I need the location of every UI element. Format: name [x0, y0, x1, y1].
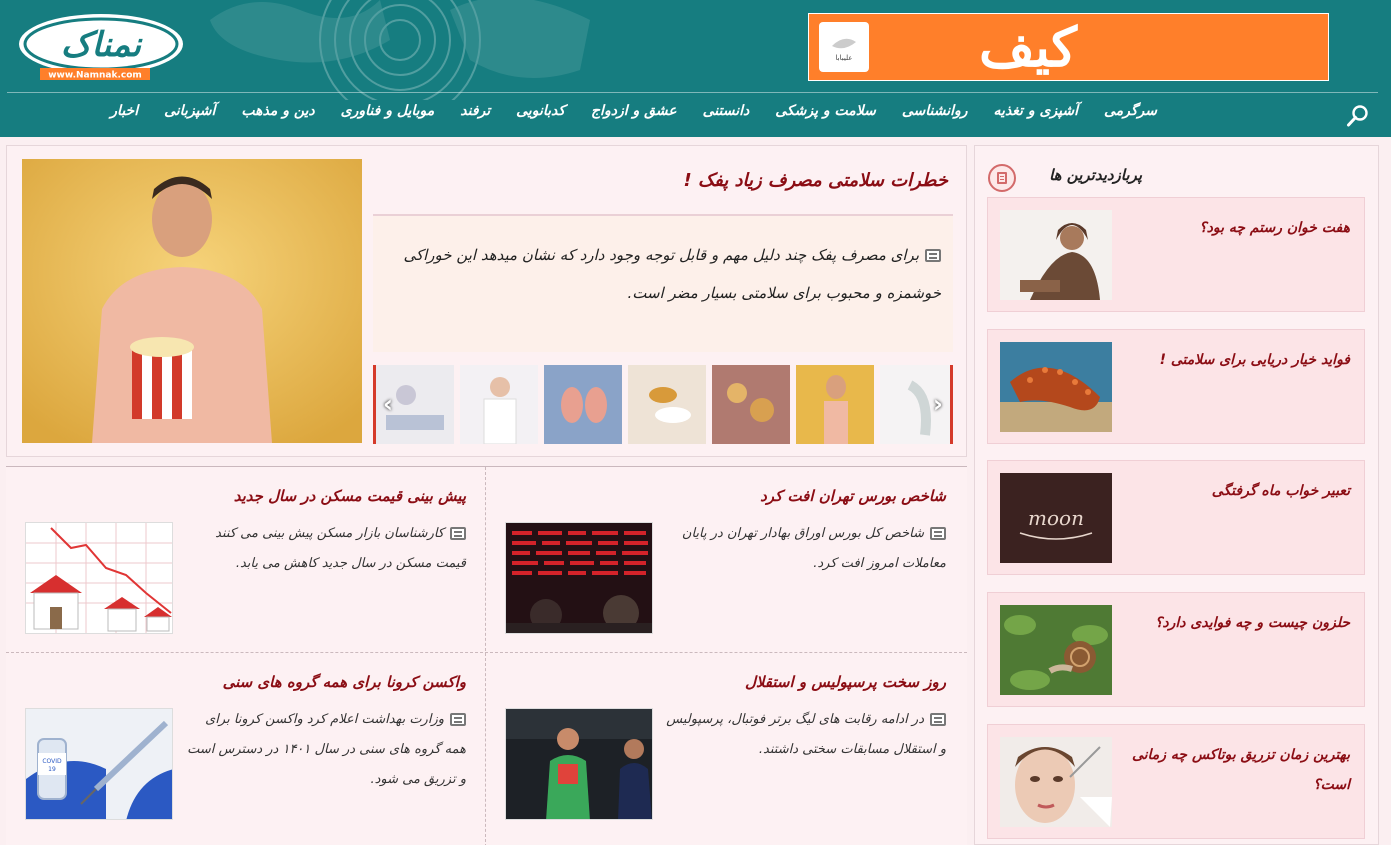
article-summary: در ادامه رقابت های لیگ برتر فوتبال، پرسپ… [666, 712, 946, 757]
article-title[interactable]: شاخص بورس تهران افت کرد [760, 487, 946, 505]
nav-item-religion[interactable]: دین و مذهب [241, 103, 314, 119]
site-header: نمناک www.Namnak.com علیبابا کیف سرگرمی … [0, 0, 1391, 137]
logo-url: www.Namnak.com [48, 71, 142, 81]
nav-item-mobile-tech[interactable]: موبایل و فناوری [341, 103, 435, 119]
slider-thumb[interactable] [460, 365, 538, 444]
sidebar-item[interactable]: بهترین زمان تزریق بوتاکس چه زمانی است؟ [987, 724, 1365, 839]
chevron-left-icon[interactable]: ‹ [378, 389, 398, 419]
article-card: روز سخت پرسپولیس و استقلال در ادامه رقاب… [486, 653, 966, 838]
nav-item-entertainment[interactable]: سرگرمی [1104, 103, 1157, 119]
document-icon [930, 713, 946, 726]
ad-brand-caption: علیبابا [835, 54, 853, 62]
nav-item-cooking[interactable]: آشپزی و تغذیه [994, 103, 1078, 119]
sidebar-item-image [1000, 737, 1112, 827]
article-summary: شاخص کل بورس اوراق بهادار تهران در پایان… [681, 526, 946, 571]
nav-item-trends[interactable]: ترفند [460, 103, 490, 119]
article-image[interactable] [505, 708, 653, 820]
article-image[interactable] [25, 522, 173, 634]
world-map-graphic [210, 0, 590, 100]
article-summary: وزارت بهداشت اعلام کرد واکسن کرونا برای … [187, 712, 466, 787]
nav-item-housekeeping[interactable]: کدبانویی [516, 103, 565, 119]
svg-text:moon: moon [1028, 506, 1084, 530]
nav-item-news[interactable]: اخبار [110, 103, 138, 119]
nav-item-love-marriage[interactable]: عشق و ازدواج [591, 103, 677, 119]
sidebar-item-title: تعبیر خواب ماه گرفتگی [1211, 483, 1350, 499]
sidebar-item-image [1000, 210, 1112, 300]
featured-title[interactable]: خطرات سلامتی مصرف زیاد پفک ! [373, 170, 948, 191]
sidebar-item-image [1000, 342, 1112, 432]
sidebar-item-image [1000, 605, 1112, 695]
sidebar-item[interactable]: حلزون چیست و چه فوایدی دارد؟ [987, 592, 1365, 707]
document-icon [925, 249, 941, 262]
ad-text: کیف [979, 15, 1077, 79]
featured-article: خطرات سلامتی مصرف زیاد پفک ! برای مصرف پ… [6, 145, 967, 457]
main-nav: سرگرمی آشپزی و تغذیه روانشناسی سلامت و پ… [0, 103, 1391, 131]
slider-thumb[interactable] [628, 365, 706, 444]
sidebar-item[interactable]: فواید خیار دریایی برای سلامتی ! [987, 329, 1365, 444]
article-card: واکسن کرونا برای همه گروه های سنی COVID … [6, 653, 486, 838]
featured-summary-box: برای مصرف پفک چند دلیل مهم و قابل توجه و… [373, 214, 953, 352]
article-image[interactable]: COVID 19 [25, 708, 173, 820]
nav-item-psychology[interactable]: روانشناسی [902, 103, 968, 119]
nav-item-kitchen[interactable]: آشپزبانی [164, 103, 215, 119]
nav-items: سرگرمی آشپزی و تغذیه روانشناسی سلامت و پ… [110, 103, 1157, 119]
site-logo[interactable]: نمناک www.Namnak.com [16, 10, 186, 82]
svg-text:COVID: COVID [42, 758, 62, 765]
article-title[interactable]: پیش بینی قیمت مسکن در سال جدید [234, 487, 466, 505]
ad-brand-icon [832, 38, 856, 49]
article-grid: شاخص بورس تهران افت کرد شاخص کل بورس اور… [6, 466, 967, 845]
slider-thumb[interactable] [796, 365, 874, 444]
logo-text: نمناک [61, 25, 144, 65]
nav-item-health[interactable]: سلامت و پزشکی [775, 103, 876, 119]
logo-graphic: نمناک www.Namnak.com [19, 14, 183, 81]
sidebar-most-viewed: پربازدیدترین ها هفت خوان رستم چه بود؟ فو… [974, 145, 1379, 845]
main-content: خطرات سلامتی مصرف زیاد پفک ! برای مصرف پ… [6, 145, 967, 845]
featured-photo [22, 159, 362, 443]
header-divider [7, 92, 1378, 93]
article-summary: کارشناسان بازار مسکن پیش بینی می کنند قی… [215, 526, 466, 571]
sidebar-item-title: حلزون چیست و چه فوایدی دارد؟ [1154, 615, 1350, 631]
featured-image[interactable] [22, 159, 362, 443]
article-card: پیش بینی قیمت مسکن در سال جدید کارشناسان… [6, 467, 486, 652]
article-card: شاخص بورس تهران افت کرد شاخص کل بورس اور… [486, 467, 966, 652]
sidebar-heading: پربازدیدترین ها [1049, 166, 1142, 184]
search-icon[interactable] [1346, 104, 1370, 128]
featured-summary: برای مصرف پفک چند دلیل مهم و قابل توجه و… [403, 246, 941, 302]
sidebar-item-image: moon [1000, 473, 1112, 563]
list-icon [988, 164, 1016, 192]
document-icon [450, 527, 466, 540]
chevron-right-icon[interactable]: › [928, 389, 948, 419]
article-image[interactable] [505, 522, 653, 634]
ad-banner[interactable]: علیبابا کیف [808, 13, 1329, 81]
svg-text:19: 19 [48, 766, 56, 773]
sidebar-item-title: هفت خوان رستم چه بود؟ [1199, 220, 1350, 236]
sidebar-item-title: بهترین زمان تزریق بوتاکس چه زمانی است؟ [1131, 747, 1350, 793]
slider-thumb[interactable] [544, 365, 622, 444]
article-title[interactable]: واکسن کرونا برای همه گروه های سنی [223, 673, 466, 691]
document-icon [930, 527, 946, 540]
featured-slider: ‹ › [373, 365, 953, 444]
sidebar-item-title: فواید خیار دریایی برای سلامتی ! [1159, 352, 1350, 368]
sidebar-item[interactable]: moon تعبیر خواب ماه گرفتگی [987, 460, 1365, 575]
article-title[interactable]: روز سخت پرسپولیس و استقلال [745, 673, 946, 691]
ad-brand-logo: علیبابا [819, 22, 869, 72]
nav-item-knowledge[interactable]: دانستنی [703, 103, 750, 119]
document-icon [450, 713, 466, 726]
slider-thumb[interactable] [712, 365, 790, 444]
sidebar-item[interactable]: هفت خوان رستم چه بود؟ [987, 197, 1365, 312]
